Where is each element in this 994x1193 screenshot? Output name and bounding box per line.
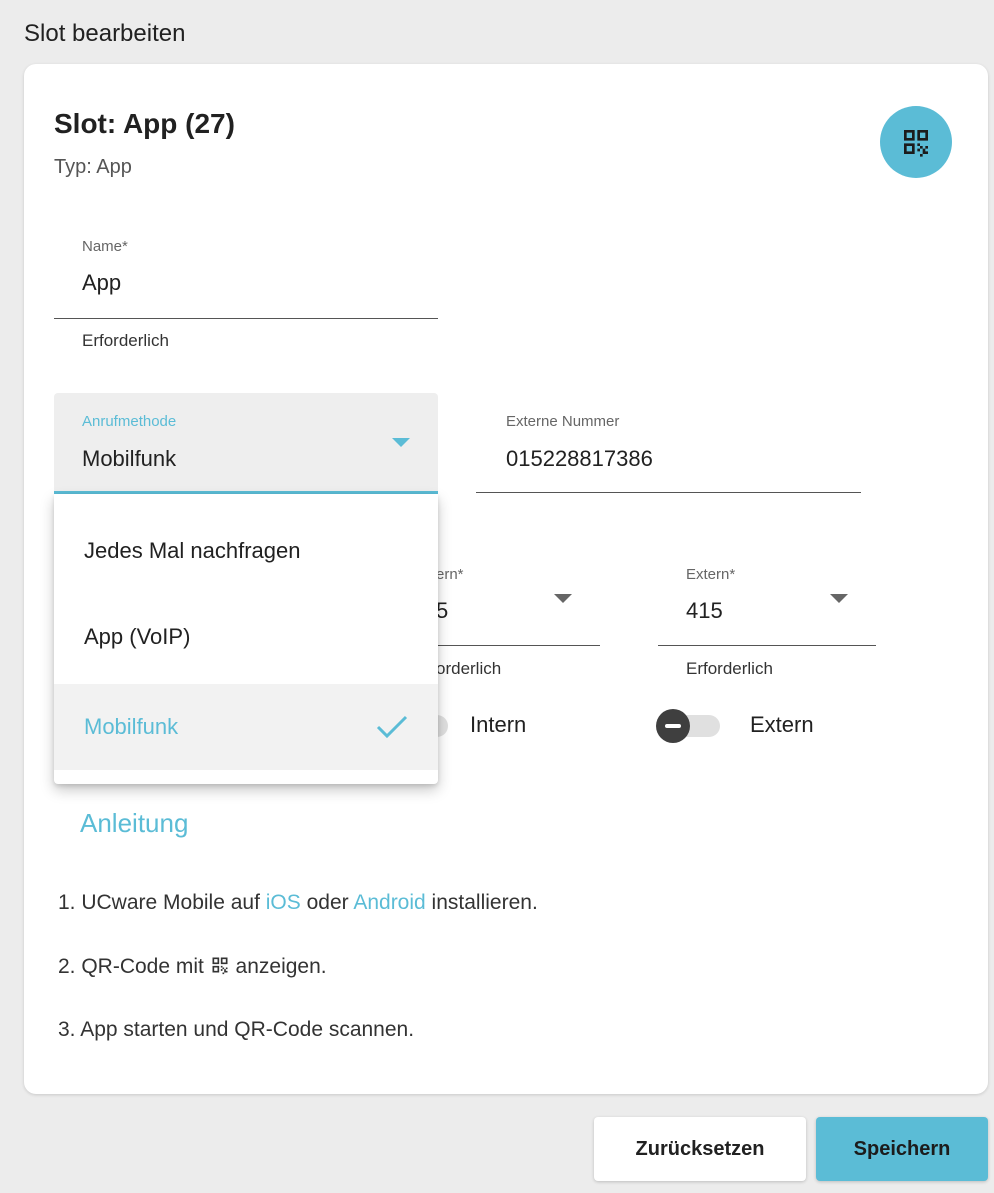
step-text: oder — [300, 891, 354, 914]
extern-toggle-knob[interactable] — [656, 709, 690, 743]
name-field-label: Name* — [82, 238, 128, 255]
instructions-title: Anleitung — [80, 808, 189, 838]
step-text: anzeigen. — [229, 955, 327, 978]
page-title: Slot bearbeiten — [24, 20, 186, 47]
name-input[interactable]: App — [82, 270, 121, 296]
extern-toggle-label: Extern — [750, 712, 814, 737]
ios-link[interactable]: iOS — [266, 891, 301, 914]
extern-select-helper: Erforderlich — [686, 659, 773, 678]
call-method-label: Anrufmethode — [82, 413, 177, 430]
slot-title: Slot: App (27) — [54, 108, 235, 139]
call-method-select[interactable] — [54, 393, 438, 493]
reset-button[interactable]: Zurücksetzen — [594, 1117, 806, 1181]
chevron-down-icon[interactable] — [554, 594, 572, 603]
intern-select-underline — [420, 645, 600, 646]
name-field-helper: Erforderlich — [82, 331, 169, 350]
slot-type: Typ: App — [54, 156, 132, 178]
extern-select-value[interactable]: 415 — [686, 598, 723, 624]
chevron-down-icon — [392, 438, 410, 447]
minus-icon — [665, 724, 681, 728]
qr-code-icon — [904, 130, 928, 157]
chevron-down-icon[interactable] — [830, 594, 848, 603]
intern-select-helper: orderlich — [436, 659, 502, 678]
step-text: 2. QR-Code mit — [58, 955, 210, 978]
dropdown-option-label: Jedes Mal nachfragen — [84, 538, 301, 563]
call-method-value: Mobilfunk — [82, 446, 177, 471]
dropdown-option-ask[interactable]: Jedes Mal nachfragen — [54, 508, 438, 594]
instruction-step-2: 2. QR-Code mit anzeigen. — [58, 955, 327, 979]
call-method-dropdown: Jedes Mal nachfragen App (VoIP) Mobilfun… — [54, 494, 438, 784]
external-number-label: Externe Nummer — [506, 413, 620, 430]
name-field-underline — [54, 318, 438, 319]
check-icon — [376, 715, 408, 739]
step-text: installieren. — [425, 891, 538, 914]
dropdown-option-label: Mobilfunk — [84, 714, 179, 739]
intern-toggle-label: Intern — [470, 712, 527, 737]
instruction-step-3: 3. App starten und QR-Code scannen. — [58, 1018, 415, 1041]
extern-select-label: Extern* — [686, 566, 736, 583]
dropdown-option-label: App (VoIP) — [84, 624, 191, 649]
instruction-step-1: 1. UCware Mobile auf iOS oder Android in… — [58, 891, 538, 915]
external-number-underline — [476, 492, 861, 493]
intern-select-label: ern* — [436, 566, 464, 583]
extern-select-underline — [658, 645, 876, 646]
qr-code-icon — [212, 957, 228, 975]
show-qr-code-button[interactable] — [880, 106, 952, 178]
android-link[interactable]: Android — [353, 891, 425, 914]
dropdown-option-voip[interactable]: App (VoIP) — [54, 594, 438, 680]
save-button[interactable]: Speichern — [816, 1117, 988, 1181]
external-number-input[interactable]: 015228817386 — [506, 446, 653, 472]
step-text: 1. UCware Mobile auf — [58, 891, 266, 914]
dropdown-option-mobile[interactable]: Mobilfunk — [54, 684, 438, 770]
